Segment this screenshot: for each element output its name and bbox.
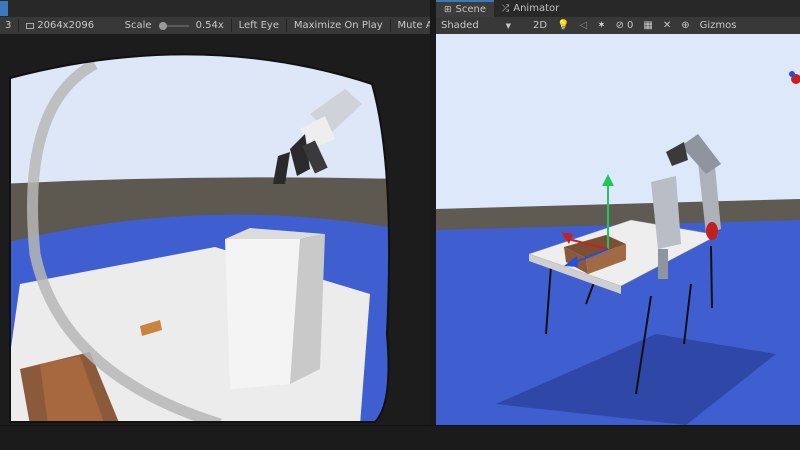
tools-icon[interactable]: ✕	[658, 20, 676, 31]
scale-slider-handle[interactable]	[158, 21, 167, 30]
game-viewport[interactable]	[0, 34, 430, 425]
eye-slash-icon: ⊘	[615, 20, 624, 31]
tab-animator-label: Animator	[513, 3, 560, 14]
mute-audio-toggle[interactable]: Mute Au	[393, 20, 430, 31]
lightbulb-icon[interactable]: 💡	[552, 20, 574, 31]
shading-mode-label: Shaded	[441, 20, 479, 31]
scale-slider[interactable]	[158, 21, 189, 30]
separator	[18, 19, 20, 32]
tab-scene[interactable]: ⊞ Scene	[436, 0, 495, 17]
resolution-dropdown[interactable]: 2064x2096	[21, 20, 99, 31]
scene-tab-strip: ⊞ Scene ⤮ Animator	[436, 0, 800, 17]
tab-animator[interactable]: ⤮ Animator	[494, 0, 567, 17]
game-render	[0, 34, 430, 425]
display-index[interactable]: 3	[0, 20, 16, 31]
scene-controls-row: Shaded ▼ 2D 💡 ◁ ✶ ⊘ 0 ▦ ✕ ⊕ Gizmos	[436, 17, 800, 34]
status-bar	[0, 425, 800, 450]
scene-view-toolbar: ⊞ Scene ⤮ Animator Shaded ▼ 2D 💡 ◁ ✶ ⊘ 0…	[436, 0, 800, 34]
scale-control[interactable]: Scale 0.54x	[120, 20, 229, 31]
animator-icon: ⤮	[502, 3, 510, 14]
game-view-toolbar: 3 2064x2096 Scale 0.54x Left Eye Maximiz…	[0, 0, 430, 34]
audio-icon[interactable]: ◁	[575, 20, 593, 31]
gizmos-dropdown[interactable]: Gizmos	[695, 20, 742, 31]
shading-mode-dropdown[interactable]: Shaded ▼	[436, 20, 516, 31]
eye-dropdown[interactable]: Left Eye	[234, 20, 284, 31]
chevron-down-icon: ▼	[505, 21, 511, 30]
2d-toggle[interactable]: 2D	[528, 20, 552, 31]
game-tab-edge[interactable]	[0, 1, 8, 16]
game-controls-row: 3 2064x2096 Scale 0.54x Left Eye Maximiz…	[0, 17, 430, 34]
scene-viewport[interactable]	[436, 34, 800, 425]
visibility-icon[interactable]: ⊘ 0	[611, 20, 639, 31]
resolution-label: 2064x2096	[37, 20, 95, 31]
scale-label: Scale	[124, 20, 152, 31]
resolution-icon	[26, 22, 35, 29]
tab-scene-label: Scene	[455, 4, 487, 15]
effects-icon[interactable]: ✶	[592, 20, 610, 31]
maximize-on-play-toggle[interactable]: Maximize On Play	[289, 20, 388, 31]
game-tab-strip	[0, 0, 430, 17]
scene-grid-icon: ⊞	[444, 4, 452, 15]
hidden-count: 0	[627, 20, 634, 31]
scene-render	[436, 34, 800, 425]
camera-icon[interactable]: ▦	[638, 20, 657, 31]
gizmos-icon[interactable]: ⊕	[676, 20, 694, 31]
scale-value: 0.54x	[195, 20, 224, 31]
